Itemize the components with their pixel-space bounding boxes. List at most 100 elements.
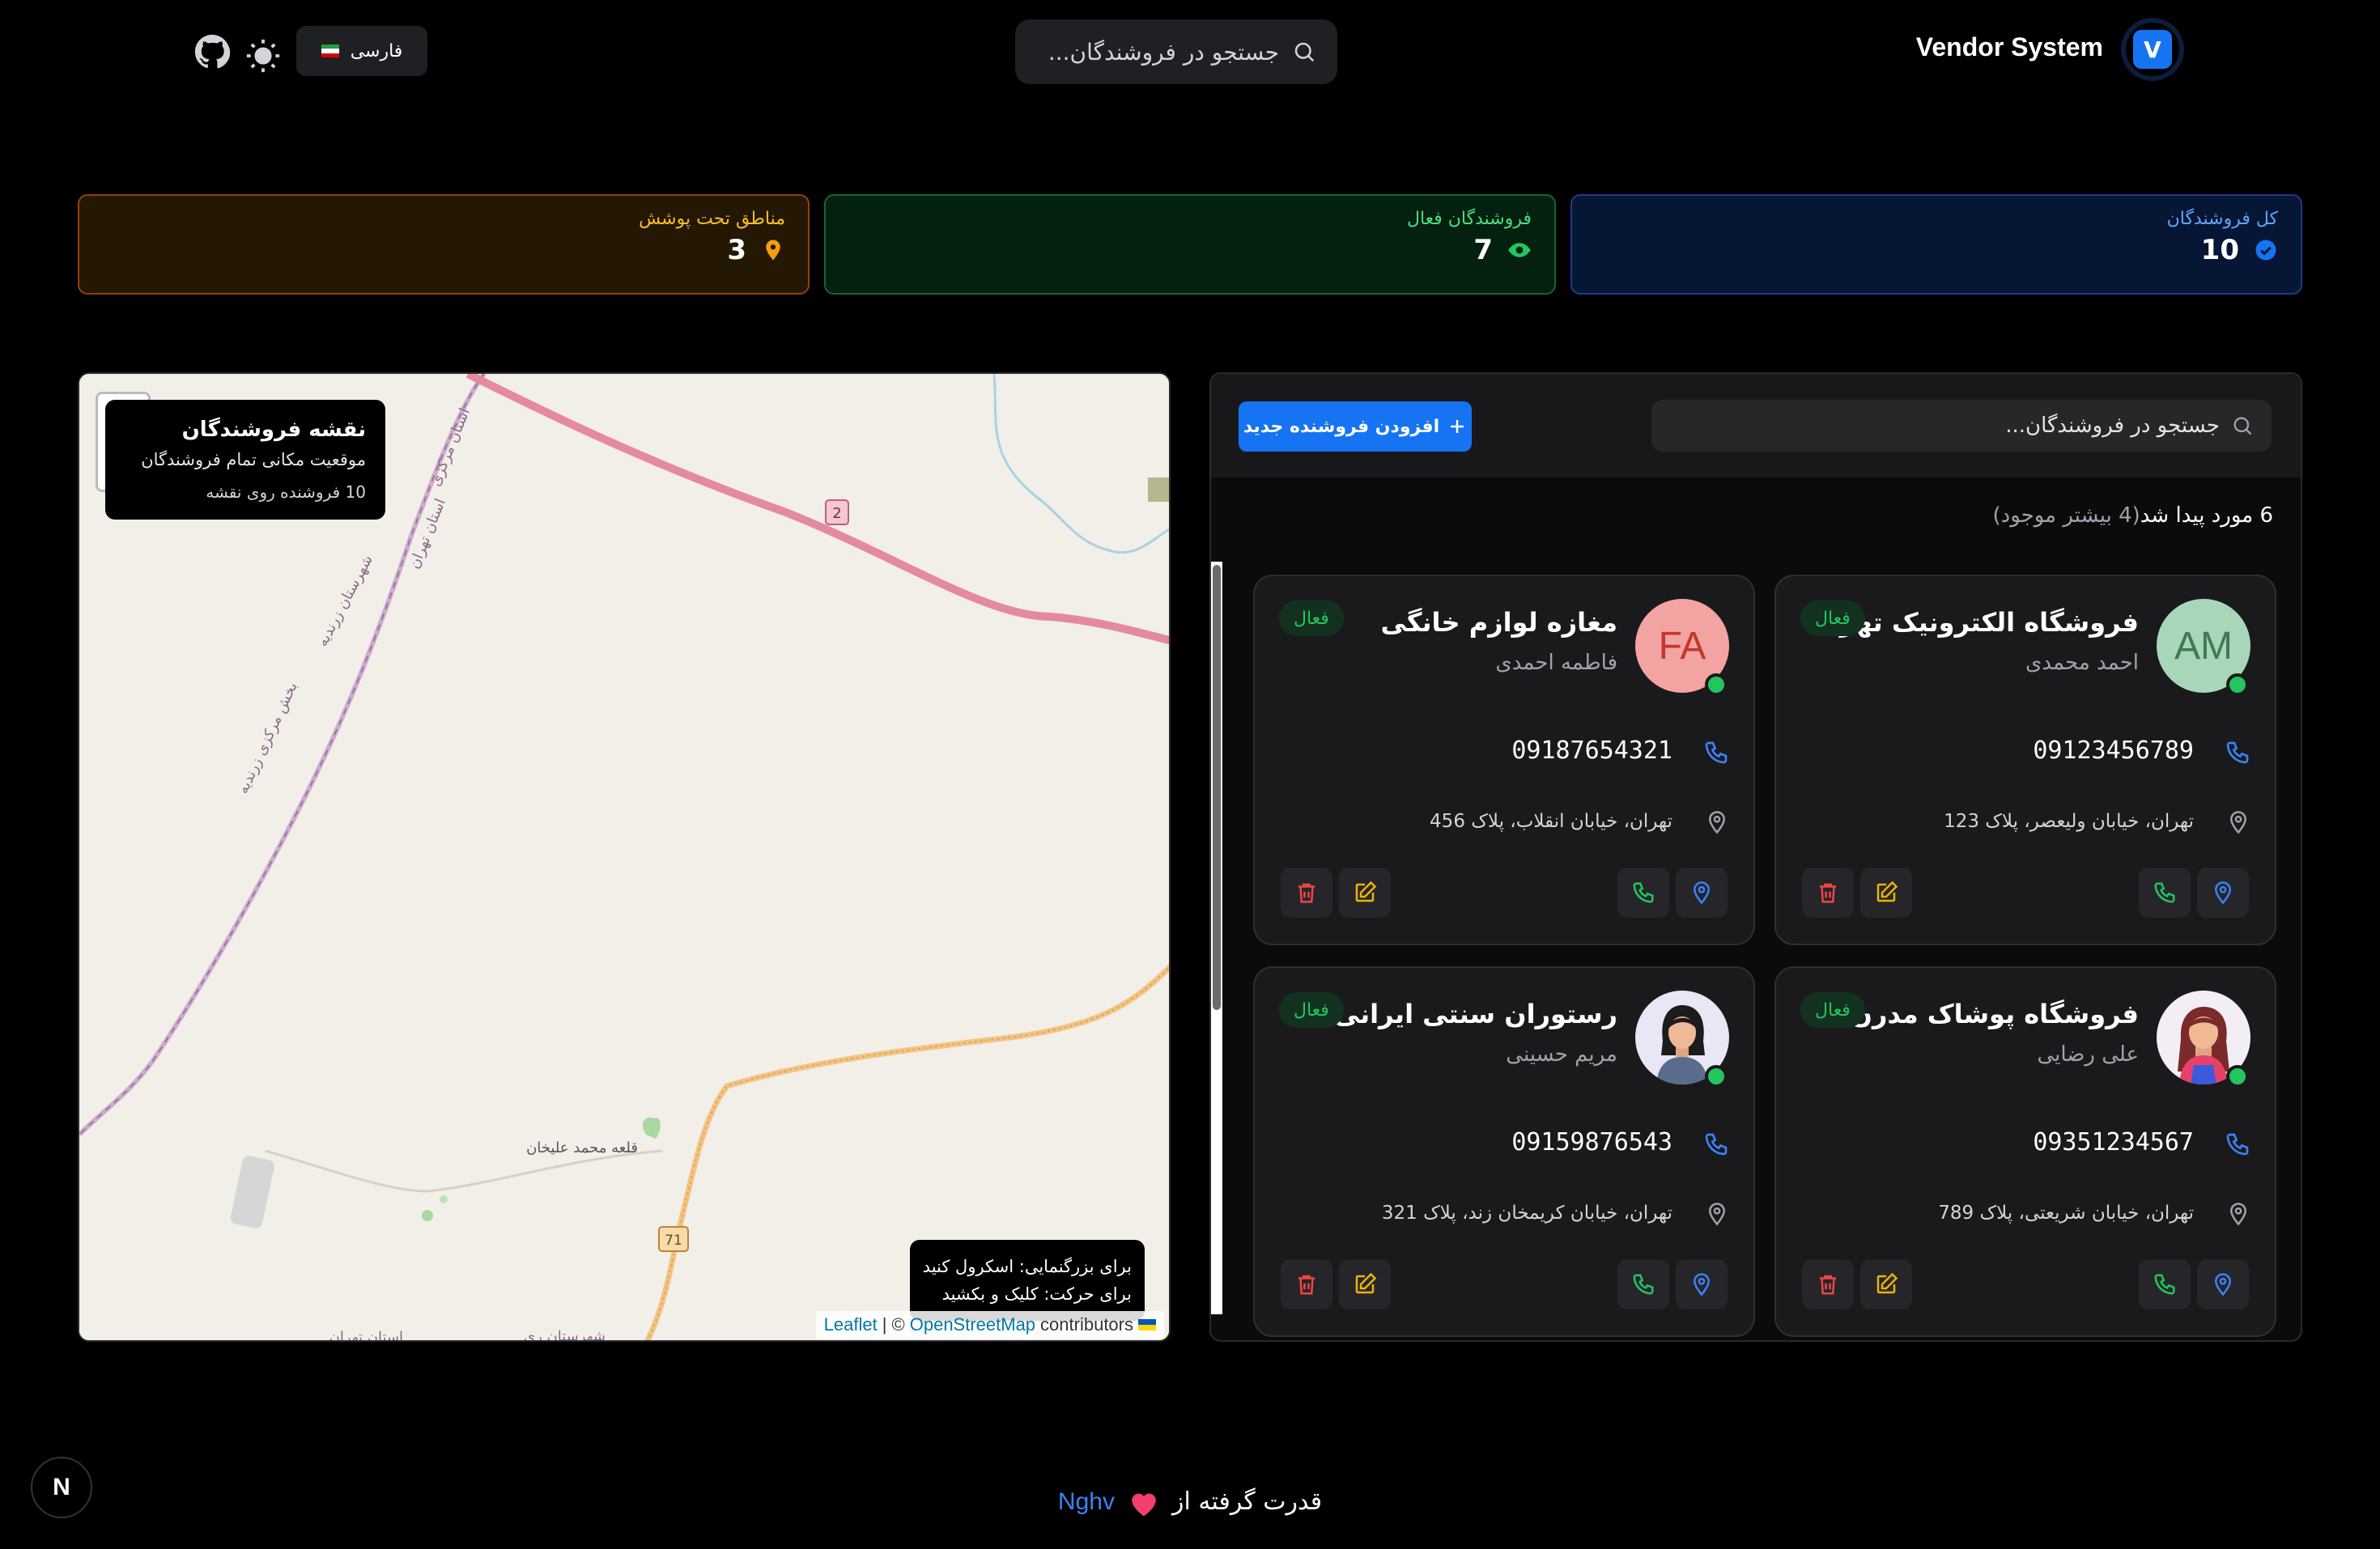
- phone-icon: [1633, 882, 1654, 903]
- delete-button[interactable]: [1281, 868, 1332, 918]
- vendor-address: تهران، خیابان انقلاب، پلاک 456: [1430, 811, 1672, 832]
- show-on-map-button[interactable]: [1676, 1259, 1728, 1309]
- map-hint-box: برای بزرگنمایی: اسکرول کنید برای حرکت: ک…: [909, 1240, 1145, 1321]
- vendor-panel: جستجو در فروشندگان... افزودن فروشنده جدی…: [1209, 372, 2302, 1342]
- badge-check-icon: [2255, 240, 2276, 261]
- map-pin-icon: [766, 240, 780, 261]
- call-button[interactable]: [1617, 868, 1669, 918]
- call-button[interactable]: [2139, 868, 2191, 918]
- stat-active-vendors: فروشندگان فعال 7: [824, 194, 1556, 295]
- map-pin-icon: [1693, 881, 1711, 905]
- vendor-phone: 09123456789: [2033, 736, 2194, 765]
- github-icon[interactable]: [194, 34, 230, 70]
- app-logo[interactable]: V: [2121, 18, 2184, 81]
- show-on-map-button[interactable]: [2197, 1259, 2249, 1309]
- hint-zoom: برای بزرگنمایی: اسکرول کنید: [922, 1257, 1132, 1276]
- avatar-initials: FA: [1658, 624, 1706, 668]
- map-attribution: Leaflet | © OpenStreetMap contributors: [815, 1311, 1164, 1339]
- region-label-rey: شهرستان ری: [524, 1328, 606, 1342]
- plus-icon: [1451, 420, 1464, 433]
- vendor-phone: 09351234567: [2033, 1128, 2194, 1156]
- phone-icon: [2154, 1274, 2175, 1295]
- map-pin-icon: [1693, 1273, 1711, 1296]
- online-status-dot: [1705, 673, 1728, 696]
- header-search-placeholder: جستجو در فروشندگان...: [1048, 38, 1279, 66]
- vendor-card[interactable]: رستوران سنتی ایرانی مریم حسینی فعال 0915…: [1253, 966, 1755, 1337]
- footer-author-link[interactable]: Nghv: [1058, 1488, 1115, 1515]
- edit-button[interactable]: [1860, 868, 1912, 918]
- map-pin-icon: [2214, 881, 2232, 905]
- vendor-search-input[interactable]: جستجو در فروشندگان...: [1651, 400, 2272, 452]
- stat-coverage-areas: مناطق تحت پوشش 3: [78, 194, 810, 295]
- vendor-name: فروشگاه پوشاک مدرن: [1850, 999, 2139, 1029]
- phone-icon: [2226, 1133, 2249, 1156]
- language-switcher[interactable]: فارسی: [296, 26, 427, 76]
- add-vendor-button[interactable]: افزودن فروشنده جدید: [1239, 401, 1472, 452]
- map-title: نقشه فروشندگان: [181, 418, 366, 442]
- stat-value: 7: [1473, 234, 1493, 266]
- trash-icon: [1298, 883, 1315, 903]
- vendor-phone: 09187654321: [1511, 736, 1672, 765]
- stat-value: 10: [2200, 234, 2239, 266]
- village-label: قلعه محمد علیخان: [526, 1139, 638, 1156]
- map-subtitle: موقعیت مکانی تمام فروشندگان: [141, 450, 366, 469]
- region-label-tehran-bottom: استان تهران: [329, 1329, 403, 1342]
- delete-button[interactable]: [1802, 1259, 1854, 1309]
- online-status-dot: [1705, 1065, 1728, 1088]
- delete-button[interactable]: [1281, 1259, 1332, 1309]
- vendor-address: تهران، خیابان شریعتی، پلاک 789: [1938, 1203, 2194, 1224]
- edit-button[interactable]: [1860, 1259, 1912, 1309]
- edit-button[interactable]: [1339, 1259, 1391, 1309]
- phone-icon: [1705, 741, 1728, 764]
- logo-letter: V: [2133, 30, 2172, 69]
- ukraine-flag-icon: [1138, 1319, 1156, 1330]
- stat-label: فروشندگان فعال: [1406, 209, 1532, 229]
- attribution-tail: contributors: [1040, 1314, 1133, 1335]
- stat-value: 3: [727, 234, 746, 266]
- vendor-map[interactable]: 2 71 قلعه محمد علیخان استان مرکزی استان …: [78, 372, 1171, 1342]
- scrollbar-thumb[interactable]: [1213, 565, 1221, 1010]
- sun-icon[interactable]: [244, 37, 282, 74]
- stat-label: کل فروشندگان: [2166, 209, 2278, 229]
- vendor-card[interactable]: فروشگاه پوشاک مدرن علی رضایی فعال 093512…: [1774, 966, 2276, 1337]
- vendor-owner: مریم حسینی: [1506, 1042, 1617, 1067]
- vendor-name: رستوران سنتی ایرانی: [1333, 999, 1617, 1029]
- vendor-owner: احمد محمدی: [2025, 651, 2139, 675]
- edit-icon: [1355, 881, 1377, 902]
- map-count: 10 فروشنده روی نقشه: [206, 482, 366, 502]
- call-button[interactable]: [2139, 1259, 2191, 1309]
- stat-label: مناطق تحت پوشش: [639, 209, 785, 229]
- osm-link[interactable]: OpenStreetMap: [910, 1314, 1035, 1335]
- brand-title: Vendor System: [1915, 32, 2103, 62]
- vendor-address: تهران، خیابان کریمخان زند، پلاک 321: [1381, 1203, 1672, 1224]
- call-button[interactable]: [1617, 1259, 1669, 1309]
- vendor-owner: فاطمه احمدی: [1495, 651, 1617, 675]
- hint-move: برای حرکت: کلیک و بکشید: [941, 1284, 1132, 1304]
- results-count: 6 مورد پیدا شد(4 بیشتر موجود): [1992, 503, 2273, 528]
- header-search[interactable]: جستجو در فروشندگان...: [1015, 19, 1337, 84]
- iran-flag-icon: [321, 45, 339, 57]
- edit-icon: [1355, 1272, 1377, 1294]
- phone-icon: [1633, 1274, 1654, 1295]
- status-badge: فعال: [1279, 601, 1344, 636]
- vendor-card[interactable]: AM فروشگاه الکترونیک تهران احمد محمدی فع…: [1774, 575, 2276, 945]
- leaflet-link[interactable]: Leaflet: [824, 1314, 878, 1335]
- location-pin-icon: [1708, 811, 1726, 834]
- edit-button[interactable]: [1339, 868, 1391, 918]
- show-on-map-button[interactable]: [2197, 868, 2249, 918]
- map-pin-icon: [2214, 1273, 2232, 1296]
- status-badge: فعال: [1279, 992, 1344, 1028]
- footer-credit: قدرت گرفته از Nghv: [0, 1487, 2380, 1517]
- status-badge: فعال: [1800, 992, 1865, 1028]
- found-text: 6 مورد پیدا شد: [2140, 503, 2273, 528]
- phone-icon: [1705, 1133, 1728, 1156]
- language-label: فارسی: [350, 40, 403, 62]
- online-status-dot: [2226, 673, 2249, 696]
- avatar-initials: AM: [2174, 624, 2233, 668]
- search-icon: [2233, 417, 2252, 435]
- show-on-map-button[interactable]: [1676, 868, 1728, 918]
- online-status-dot: [2226, 1065, 2249, 1088]
- vendor-card[interactable]: FA مغازه لوازم خانگی فاطمه احمدی فعال 09…: [1253, 575, 1755, 945]
- phone-icon: [2226, 741, 2249, 764]
- delete-button[interactable]: [1802, 868, 1854, 918]
